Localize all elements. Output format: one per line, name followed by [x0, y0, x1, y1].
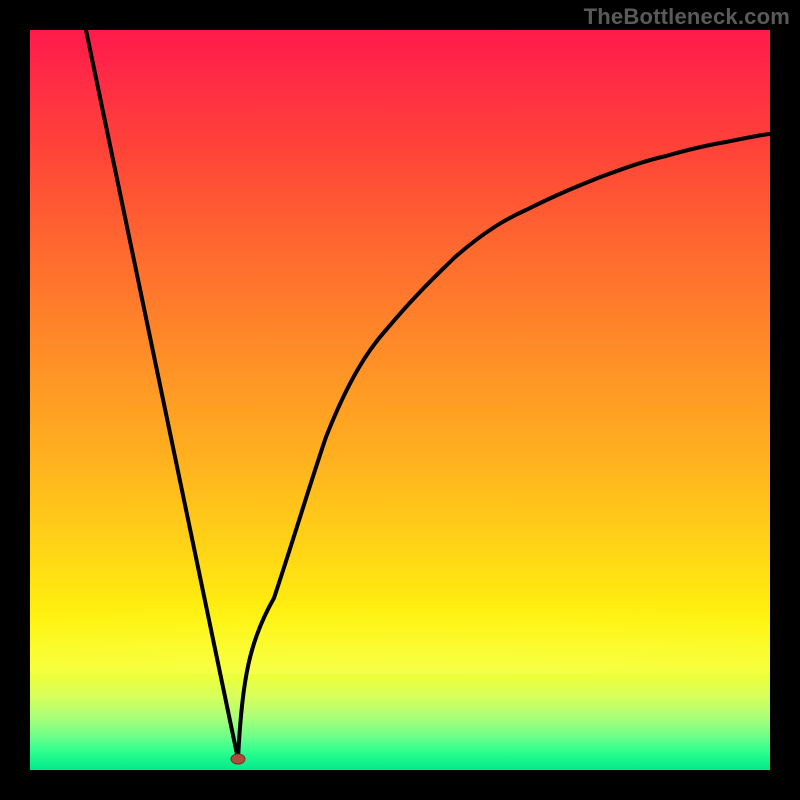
curve-layer — [30, 30, 770, 770]
source-watermark: TheBottleneck.com — [584, 4, 790, 30]
chart-frame: TheBottleneck.com — [0, 0, 800, 800]
curve-left-branch — [86, 30, 238, 759]
plot-area — [30, 30, 770, 770]
trough-marker-icon — [231, 754, 245, 764]
curve-right-branch — [238, 134, 770, 759]
